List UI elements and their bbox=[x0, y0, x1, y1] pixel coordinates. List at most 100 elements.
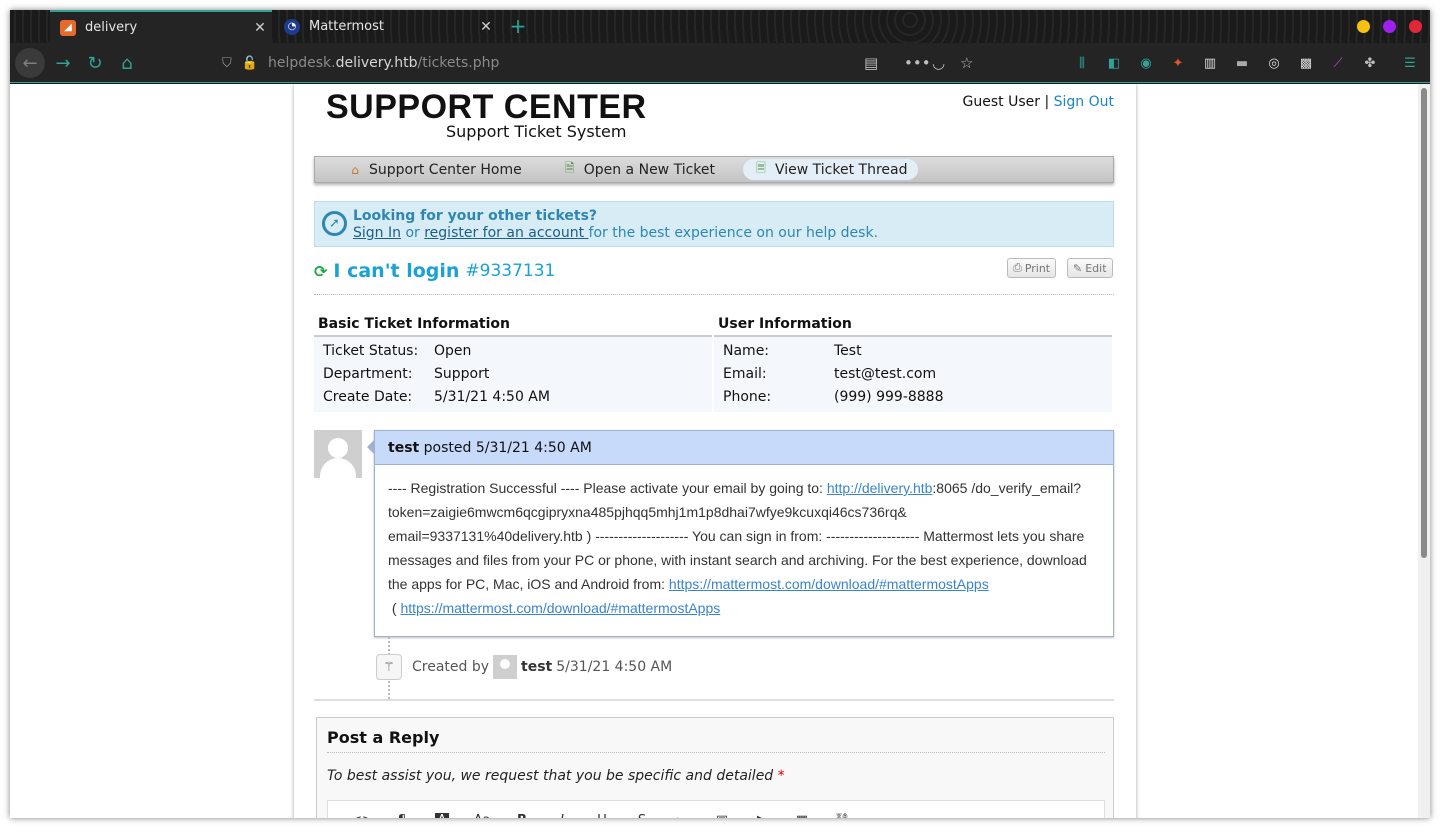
code-view-icon[interactable]: <> bbox=[342, 813, 382, 819]
nav-label: Support Center Home bbox=[369, 161, 522, 178]
divider bbox=[314, 294, 1114, 295]
thread-author: test bbox=[388, 440, 420, 456]
tab-mattermost[interactable]: ◔ Mattermost ✕ bbox=[274, 10, 498, 43]
url-bar[interactable]: ⛉ 🔓 helpdesk. delivery.htb/tickets.php bbox=[222, 48, 1002, 78]
close-window-button[interactable] bbox=[1409, 20, 1422, 33]
info-value: 5/31/21 4:50 AM bbox=[434, 388, 550, 405]
info-key: Phone: bbox=[723, 388, 772, 405]
new-ticket-icon: 🗎 bbox=[564, 161, 575, 175]
info-value: Open bbox=[434, 342, 472, 359]
print-icon: ⎙ bbox=[1013, 261, 1022, 274]
user-info-body: Name: Test Email: test@test.com Phone: (999… bbox=[714, 337, 1112, 412]
basic-info-heading: Basic Ticket Information bbox=[314, 315, 712, 337]
foxyproxy-icon[interactable]: ✦ bbox=[1170, 55, 1186, 71]
nav-open-new-ticket[interactable]: 🗎 Open a New Ticket bbox=[558, 159, 719, 180]
info-row: Name: Test bbox=[714, 339, 1112, 362]
new-tab-plus-icon[interactable]: + bbox=[506, 14, 530, 38]
notice-or: or bbox=[401, 225, 425, 241]
shield-icon[interactable]: ⛉ bbox=[222, 56, 232, 71]
info-key: Create Date: bbox=[323, 388, 413, 405]
page-viewport: SUPPORT CENTER Support Ticket System Gue… bbox=[10, 84, 1430, 818]
minimize-button[interactable] bbox=[1357, 20, 1370, 33]
italic-icon[interactable]: I bbox=[542, 813, 582, 819]
sidebar-icon[interactable]: ◧ bbox=[1106, 55, 1122, 71]
register-link[interactable]: register for an account bbox=[424, 225, 588, 241]
info-row: Phone: (999) 999-8888 bbox=[714, 385, 1112, 408]
main-nav: ⌂ Support Center Home 🗎 Open a New Ticke… bbox=[314, 156, 1114, 183]
sign-out-link[interactable]: Sign Out bbox=[1054, 94, 1114, 110]
mattermost-apps-link[interactable]: https://mattermost.com/download/#matterm… bbox=[669, 576, 989, 592]
browser-window: ◢ delivery ✕ ◔ Mattermost ✕ + ← → ↻ ⌂ ⛉ … bbox=[10, 10, 1430, 818]
info-key: Department: bbox=[323, 365, 413, 382]
hat-icon[interactable]: ▬ bbox=[1234, 55, 1250, 71]
table-icon[interactable]: ▦ bbox=[782, 813, 822, 819]
reader-view-icon[interactable]: ▤ bbox=[864, 48, 878, 78]
link-icon[interactable]: ⛓ bbox=[822, 813, 862, 819]
edit-button[interactable]: ✎ Edit bbox=[1067, 258, 1113, 278]
tab-label: delivery bbox=[85, 20, 138, 35]
scrollbar[interactable] bbox=[1418, 84, 1430, 818]
qr-code-icon[interactable]: ▩ bbox=[1298, 55, 1314, 71]
mini-avatar bbox=[493, 655, 518, 679]
ticket-title: ⟳ I can't login #9337131 bbox=[314, 260, 555, 282]
home-icon[interactable]: ⌂ bbox=[112, 48, 142, 78]
info-value: (999) 999-8888 bbox=[834, 388, 944, 405]
divider bbox=[327, 752, 1105, 753]
url-prefix: helpdesk. bbox=[267, 55, 336, 71]
forward-arrow-icon[interactable]: → bbox=[48, 48, 78, 78]
verify-link[interactable]: http://delivery.htb bbox=[827, 480, 933, 496]
font-size-icon[interactable]: Aa bbox=[462, 813, 502, 819]
maximize-button[interactable] bbox=[1383, 20, 1396, 33]
list-icon[interactable]: ≔ bbox=[662, 813, 702, 819]
strikethrough-icon[interactable]: S bbox=[622, 813, 662, 819]
basic-ticket-info: Basic Ticket Information Ticket Status: O… bbox=[314, 315, 712, 412]
bookmark-star-icon[interactable]: ☆ bbox=[960, 48, 973, 78]
feather-icon[interactable]: ⟋ bbox=[1330, 55, 1346, 71]
info-value: Support bbox=[434, 365, 490, 382]
puzzle-icon[interactable]: ✤ bbox=[1362, 55, 1378, 71]
nav-view-ticket-thread[interactable]: 🗏 View Ticket Thread bbox=[743, 159, 918, 180]
nav-support-center-home[interactable]: ⌂ Support Center Home bbox=[343, 159, 526, 180]
insecure-lock-icon[interactable]: 🔓 bbox=[242, 56, 258, 71]
more-actions-icon[interactable]: ••• bbox=[904, 48, 931, 78]
separator: | bbox=[1044, 94, 1050, 110]
bold-icon[interactable]: B bbox=[502, 813, 542, 819]
pocket-icon[interactable]: ◡ bbox=[932, 48, 945, 78]
reload-icon[interactable]: ↻ bbox=[80, 48, 110, 78]
account-icon[interactable]: ◉ bbox=[1138, 55, 1154, 71]
back-arrow-icon[interactable]: ← bbox=[15, 48, 45, 78]
event-author: test bbox=[521, 659, 553, 675]
menu-hamburger-icon[interactable]: ☰ bbox=[1402, 55, 1418, 71]
image-icon[interactable]: ▣ bbox=[702, 813, 742, 819]
notice-rest: for the best experience on our help desk… bbox=[588, 225, 879, 241]
library-icon[interactable]: ⫼ bbox=[1074, 55, 1090, 71]
refresh-icon[interactable]: ⟳ bbox=[314, 262, 327, 281]
edit-icon: ✎ bbox=[1073, 261, 1083, 275]
scrollbar-thumb[interactable] bbox=[1421, 88, 1427, 558]
ticket-subject[interactable]: I can't login bbox=[333, 260, 459, 282]
horizontal-rule-icon[interactable]: — bbox=[862, 813, 902, 819]
thread-event: ⚚ Created by test 5/31/21 4:50 AM bbox=[376, 654, 672, 680]
user-info: Guest User | Sign Out bbox=[963, 94, 1114, 110]
edit-label: Edit bbox=[1085, 261, 1107, 275]
tab-delivery[interactable]: ◢ delivery ✕ bbox=[50, 10, 272, 43]
guest-user-label: Guest User bbox=[962, 94, 1040, 110]
wappalyzer-icon[interactable]: ▥ bbox=[1202, 55, 1218, 71]
body-text: ---- Registration Successful ---- Please… bbox=[388, 480, 827, 496]
underline-icon[interactable]: U bbox=[582, 813, 622, 819]
reply-title: Post a Reply bbox=[327, 728, 440, 747]
divider bbox=[314, 699, 1114, 701]
print-button[interactable]: ⎙ Print bbox=[1007, 258, 1057, 278]
close-tab-icon[interactable]: ✕ bbox=[474, 19, 498, 35]
video-icon[interactable]: ▶ bbox=[742, 813, 782, 819]
mattermost-apps-link-2[interactable]: https://mattermost.com/download/#matterm… bbox=[400, 600, 720, 616]
notice-title: Looking for your other tickets? bbox=[353, 208, 598, 224]
url-path: /tickets.php bbox=[417, 55, 500, 71]
globe-icon[interactable]: ◎ bbox=[1266, 55, 1282, 71]
text-color-icon[interactable]: A bbox=[435, 812, 449, 818]
sign-in-link[interactable]: Sign In bbox=[353, 225, 401, 241]
close-tab-icon[interactable]: ✕ bbox=[248, 20, 272, 36]
reply-note-text: To best assist you, we request that you … bbox=[327, 768, 774, 784]
info-row: Email: test@test.com bbox=[714, 362, 1112, 385]
paragraph-icon[interactable]: ¶ bbox=[382, 813, 422, 819]
